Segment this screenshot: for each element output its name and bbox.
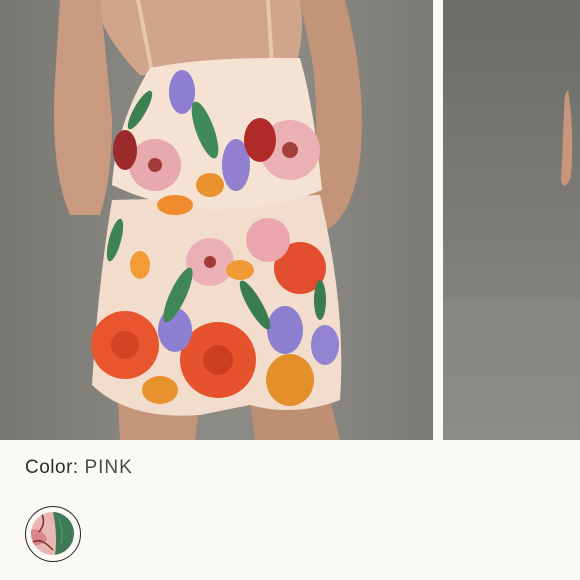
romper-back-photo bbox=[53, 0, 362, 440]
swatch-pattern-icon bbox=[31, 512, 74, 555]
next-photo-preview bbox=[443, 90, 580, 440]
product-image-gallery[interactable] bbox=[0, 0, 580, 440]
color-swatch-pink[interactable] bbox=[25, 506, 81, 562]
color-label: Color: bbox=[25, 457, 79, 478]
product-image-main[interactable] bbox=[0, 0, 433, 440]
color-selection-label: Color: PINK bbox=[25, 457, 133, 479]
color-value: PINK bbox=[84, 457, 133, 478]
product-image-next[interactable] bbox=[443, 0, 580, 440]
